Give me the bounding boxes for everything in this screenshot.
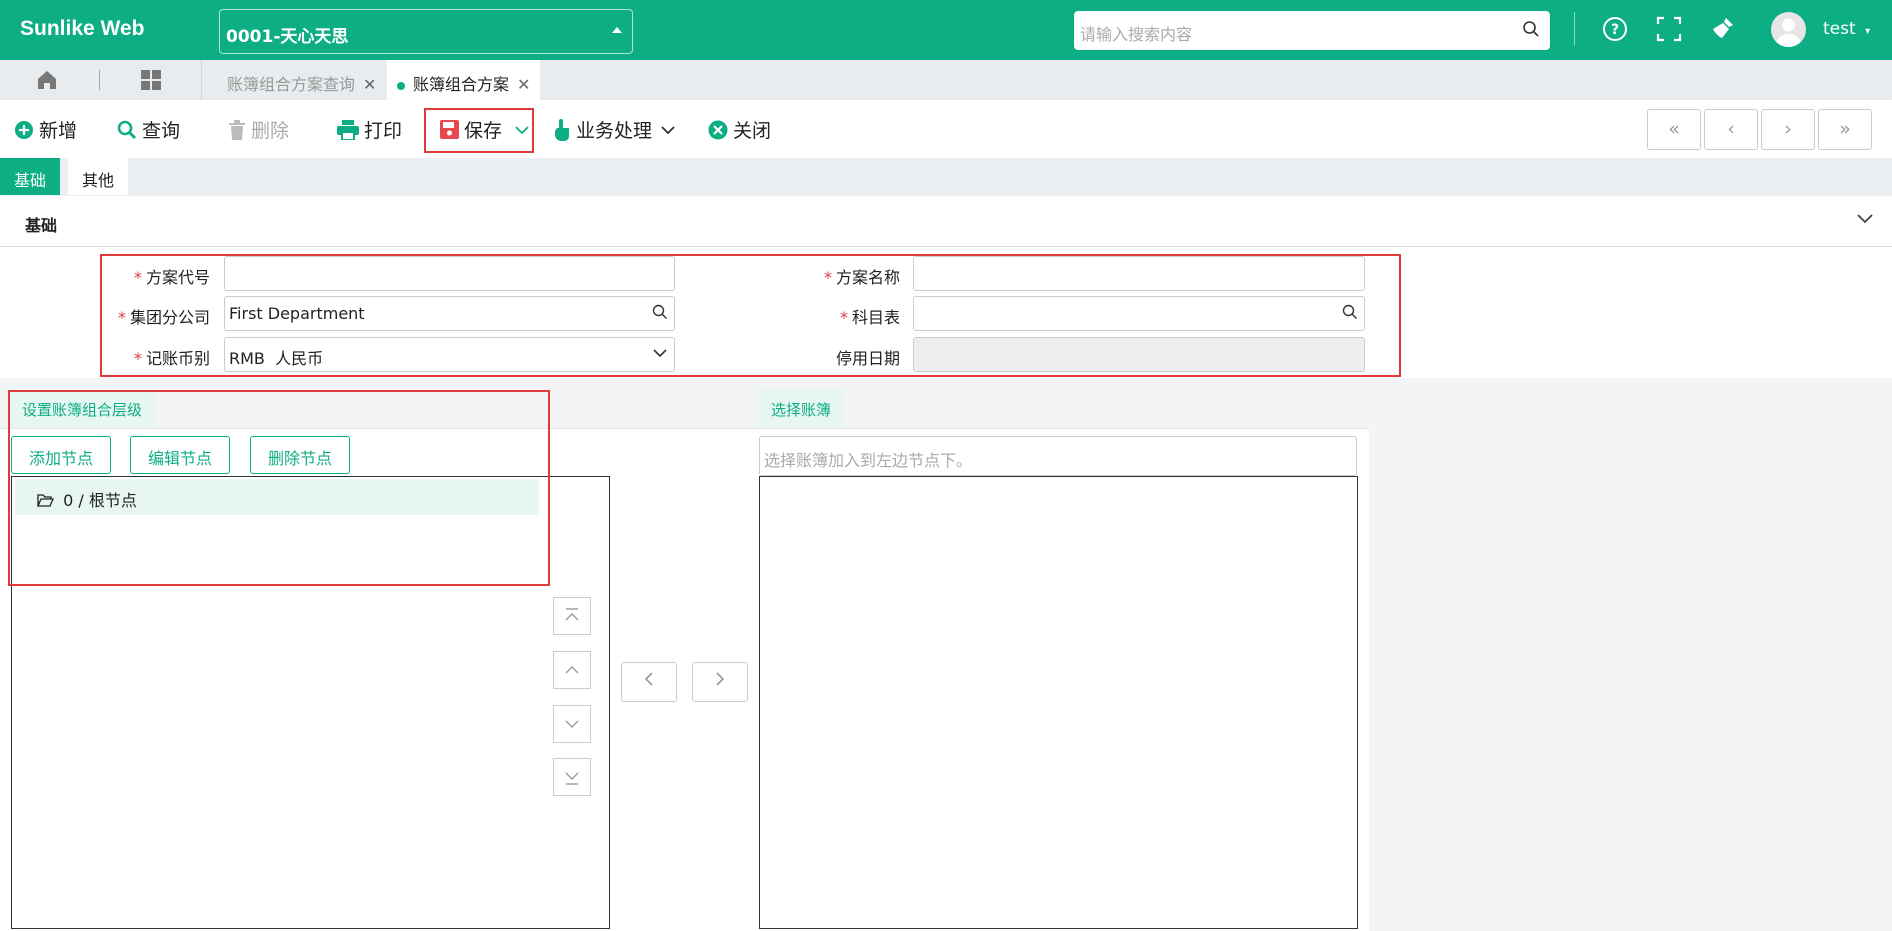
tab-ledger-scheme[interactable]: 账簿组合方案 ✕ (387, 60, 541, 100)
arrow-to-bottom-icon (565, 772, 579, 785)
move-down-button[interactable] (553, 705, 591, 743)
trash-icon (229, 119, 245, 140)
tab-other[interactable]: 其他 (68, 158, 129, 195)
chevron-down-icon (565, 720, 579, 728)
help-icon[interactable]: ? (1602, 16, 1628, 46)
page-tab-bar: 账簿组合方案查询 ✕ 账簿组合方案 ✕ (0, 60, 1892, 100)
previous-record-button[interactable]: ‹ (1704, 109, 1758, 150)
chevron-up-icon (565, 666, 579, 674)
clean-broom-icon[interactable] (1710, 16, 1736, 46)
global-search-input[interactable]: 请输入搜索内容 (1074, 11, 1550, 50)
search-icon (117, 120, 136, 139)
close-circle-icon (708, 120, 728, 139)
tab-label: 账簿组合方案查询 (227, 75, 356, 94)
first-record-button[interactable]: « (1647, 109, 1701, 150)
query-button[interactable]: 查询 (117, 116, 180, 143)
section-title: 基础 (25, 216, 58, 235)
query-label: 查询 (142, 120, 181, 142)
ledger-list[interactable] (759, 476, 1358, 929)
search-icon[interactable] (1522, 20, 1540, 42)
add-button[interactable]: 新增 (14, 116, 77, 143)
top-bar: Sunlike Web 0001-天心天思 请输入搜索内容 ? test ▾ (0, 0, 1892, 60)
select-ledger-placeholder: 选择账簿加入到左边节点下。 (764, 451, 973, 470)
chevron-left-icon (644, 672, 653, 686)
tab-basic[interactable]: 基础 (0, 158, 61, 195)
tab-ledger-scheme-query[interactable]: 账簿组合方案查询 ✕ (217, 60, 386, 100)
printer-icon (337, 119, 359, 140)
tab-divider (201, 60, 202, 100)
move-bottom-button[interactable] (553, 758, 591, 796)
close-icon[interactable]: ✕ (363, 75, 376, 94)
plus-circle-icon (15, 120, 33, 139)
header-divider (1574, 12, 1575, 46)
user-menu[interactable]: test ▾ (1823, 19, 1870, 39)
company-selector[interactable]: 0001-天心天思 (219, 9, 633, 54)
right-panel-title: 选择账簿 (759, 389, 844, 428)
add-label: 新增 (39, 120, 78, 142)
caret-up-icon (612, 27, 622, 33)
close-icon[interactable]: ✕ (517, 75, 530, 94)
chevron-down-icon[interactable] (1856, 210, 1874, 229)
apps-grid-icon[interactable] (140, 69, 162, 95)
active-dot-icon (397, 81, 405, 90)
user-name: test (1823, 19, 1856, 39)
brand-logo[interactable]: Sunlike Web (20, 17, 144, 41)
move-up-button[interactable] (553, 651, 591, 689)
fullscreen-icon[interactable] (1656, 16, 1682, 46)
pointer-hand-icon (555, 118, 569, 141)
toolbar: 新增 查询 删除 打印 保存 业务处理 关闭 (0, 100, 1892, 158)
business-process-button[interactable]: 业务处理 (553, 116, 675, 143)
move-right-button[interactable] (692, 662, 748, 702)
print-label: 打印 (364, 120, 403, 142)
business-label: 业务处理 (576, 120, 653, 142)
svg-text:?: ? (1611, 22, 1619, 38)
delete-label: 删除 (251, 120, 290, 142)
tab-divider (99, 70, 100, 90)
chevron-right-icon (716, 672, 725, 686)
arrow-to-top-icon (565, 608, 579, 621)
close-label: 关闭 (733, 120, 772, 142)
home-icon[interactable] (36, 69, 58, 95)
chevron-down-icon (661, 125, 675, 134)
search-placeholder: 请输入搜索内容 (1080, 25, 1193, 44)
select-ledger-input[interactable]: 选择账簿加入到左边节点下。 (759, 436, 1357, 476)
delete-button[interactable]: 删除 (228, 116, 289, 143)
print-button[interactable]: 打印 (337, 116, 402, 143)
save-highlight-box (424, 108, 534, 153)
form-highlight-box (100, 254, 1401, 377)
next-record-button[interactable]: › (1761, 109, 1815, 150)
caret-down-icon: ▾ (1865, 26, 1871, 37)
tree-highlight-box (8, 390, 550, 586)
close-button[interactable]: 关闭 (708, 116, 771, 143)
avatar[interactable] (1771, 12, 1806, 47)
move-left-button[interactable] (621, 662, 677, 702)
move-top-button[interactable] (553, 597, 591, 635)
company-selector-label: 0001-天心天思 (226, 27, 349, 47)
last-record-button[interactable]: » (1818, 109, 1872, 150)
form-section-tabs: 基础 其他 (0, 158, 1892, 196)
tab-label: 账簿组合方案 (413, 75, 510, 94)
basic-section-header[interactable]: 基础 (0, 196, 1892, 247)
